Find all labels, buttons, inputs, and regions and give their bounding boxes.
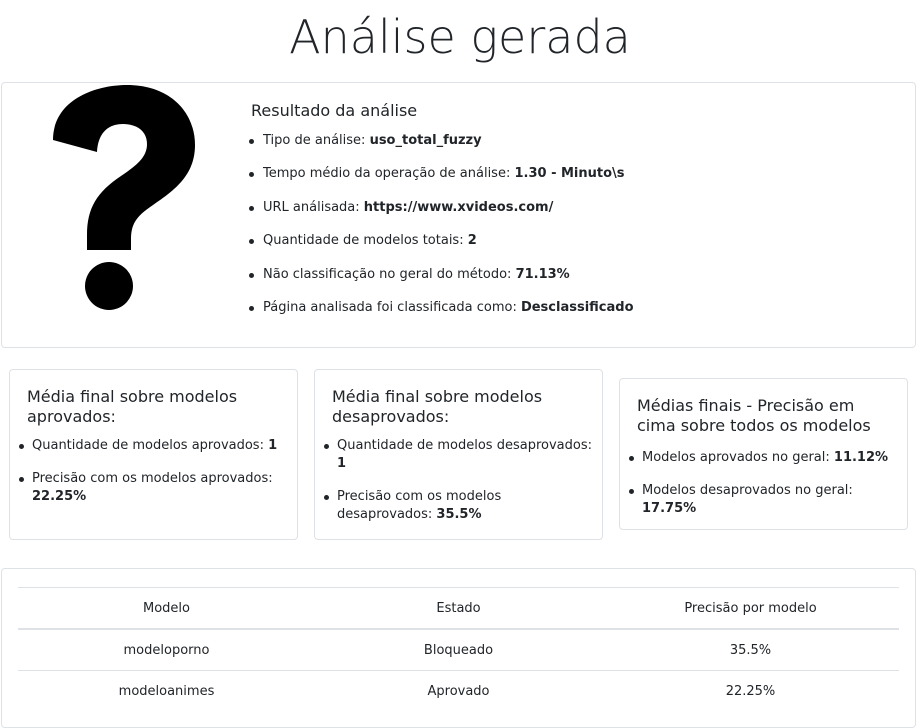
table-cell: Bloqueado [315, 628, 602, 671]
table-row: modeloporno Bloqueado 35.5% [18, 628, 899, 671]
question-mark-icon [53, 85, 195, 310]
table-cell: modeloporno [18, 628, 315, 671]
approved-card: Média final sobre modelos aprovados: Qua… [9, 369, 298, 540]
table-row: modeloanimes Aprovado 22.25% [18, 670, 899, 711]
models-table-card: Modelo Estado Precisão por modelo modelo… [1, 568, 916, 728]
table-cell: 35.5% [602, 628, 899, 671]
column-header: Modelo [18, 587, 315, 630]
disapproved-card: Média final sobre modelos desaprovados: … [314, 369, 603, 540]
list-item: Página analisada foi classificada como: … [247, 299, 634, 332]
result-title: Resultado da análise [251, 101, 418, 120]
result-list: Tipo de análise: uso_total_fuzzy Tempo m… [247, 132, 634, 332]
disapproved-list: Quantidade de modelos desaprovados: 1 Pr… [322, 437, 592, 539]
overall-card: Médias finais - Precisão em cima sobre t… [619, 378, 908, 530]
list-item: Quantidade de modelos totais: 2 [247, 232, 634, 265]
models-table: Modelo Estado Precisão por modelo modelo… [18, 587, 899, 711]
list-item: Quantidade de modelos desaprovados: 1 [322, 437, 592, 473]
approved-title: Média final sobre modelos aprovados: [27, 387, 238, 426]
table-header-row: Modelo Estado Precisão por modelo [18, 587, 899, 630]
list-item: Precisão com os modelos aprovados: 22.25… [17, 470, 287, 506]
list-item: Modelos aprovados no geral: 11.12% [627, 449, 907, 467]
column-header: Estado [315, 587, 602, 630]
list-item: Não classificação no geral do método: 71… [247, 266, 634, 299]
page-title: Análise gerada [289, 10, 631, 64]
list-item: URL análisada: https://www.xvideos.com/ [247, 199, 634, 232]
table-cell: Aprovado [315, 670, 602, 711]
list-item: Tipo de análise: uso_total_fuzzy [247, 132, 634, 165]
disapproved-title: Média final sobre modelos desaprovados: [332, 387, 543, 426]
table-cell: 22.25% [602, 670, 899, 711]
list-item: Tempo médio da operação de análise: 1.30… [247, 165, 634, 198]
approved-list: Quantidade de modelos aprovados: 1 Preci… [17, 437, 287, 521]
list-item: Modelos desaprovados no geral: 17.75% [627, 482, 907, 518]
overall-title: Médias finais - Precisão em cima sobre t… [637, 396, 871, 435]
table-cell: modeloanimes [18, 670, 315, 711]
list-item: Quantidade de modelos aprovados: 1 [17, 437, 287, 455]
overall-list: Modelos aprovados no geral: 11.12% Model… [627, 449, 907, 533]
column-header: Precisão por modelo [602, 587, 899, 630]
list-item: Precisão com os modelos desaprovados: 35… [322, 488, 592, 524]
